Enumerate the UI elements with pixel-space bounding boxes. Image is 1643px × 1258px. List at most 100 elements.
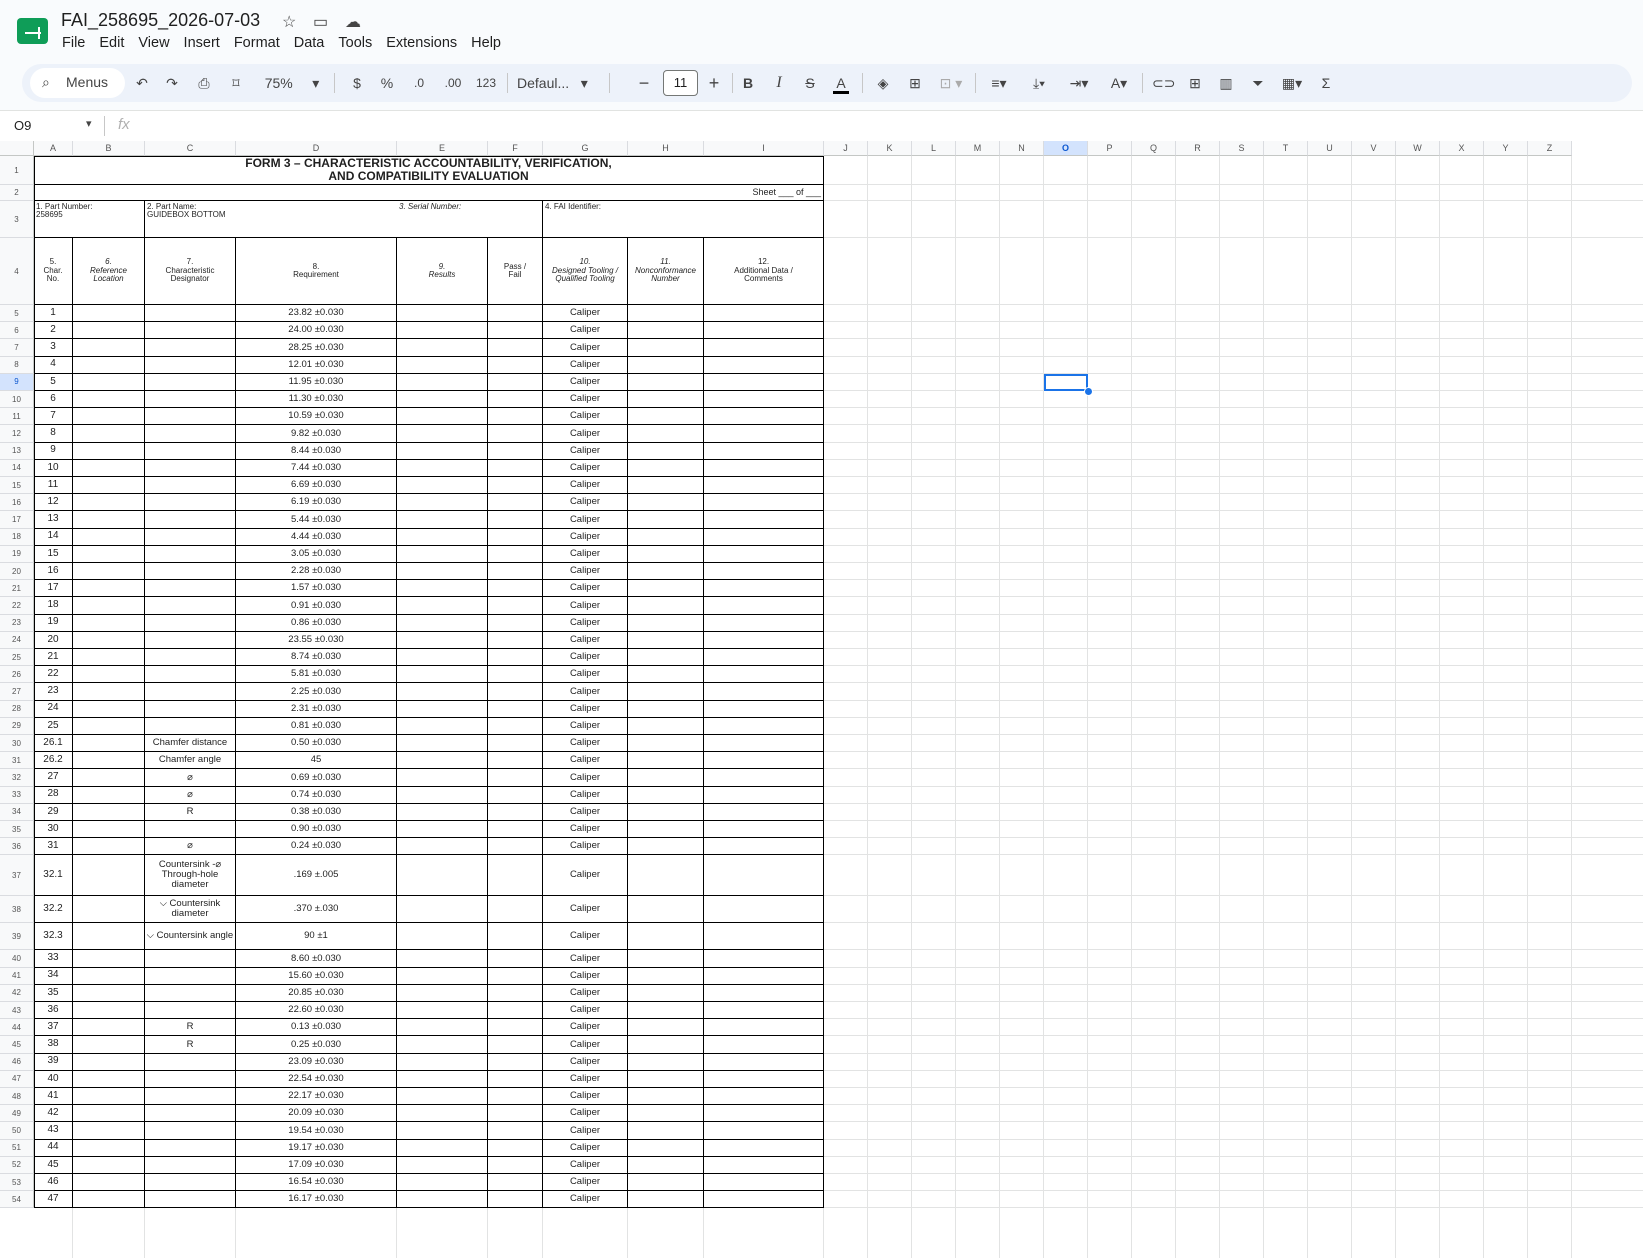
requirement-cell[interactable]: 22.17 ±0.030: [236, 1088, 397, 1106]
reference-location-cell[interactable]: [73, 1139, 145, 1157]
borders-icon[interactable]: ⊞: [904, 64, 926, 102]
results-cell[interactable]: [397, 984, 488, 1002]
reference-location-cell[interactable]: [73, 408, 145, 426]
nonconformance-cell[interactable]: [628, 373, 704, 391]
comments-cell[interactable]: [704, 1191, 824, 1209]
requirement-cell[interactable]: 0.50 ±0.030: [236, 735, 397, 753]
column-header-z[interactable]: Z: [1528, 141, 1572, 156]
column-header-l[interactable]: L: [912, 141, 956, 156]
pass-fail-cell[interactable]: [488, 950, 543, 968]
reference-location-cell[interactable]: [73, 896, 145, 924]
reference-location-cell[interactable]: [73, 769, 145, 787]
pass-fail-cell[interactable]: [488, 649, 543, 667]
tooling-cell[interactable]: Caliper: [543, 563, 628, 581]
designator-cell[interactable]: ⌀: [145, 786, 236, 804]
char-number-cell[interactable]: 41: [34, 1088, 73, 1106]
requirement-cell[interactable]: 10.59 ±0.030: [236, 408, 397, 426]
column-header-f[interactable]: F: [488, 141, 543, 156]
row-header[interactable]: 17: [0, 511, 34, 529]
results-cell[interactable]: [397, 1139, 488, 1157]
comments-cell[interactable]: [704, 614, 824, 632]
row-header[interactable]: 40: [0, 950, 34, 968]
requirement-cell[interactable]: 5.81 ±0.030: [236, 666, 397, 684]
tooling-cell[interactable]: Caliper: [543, 855, 628, 897]
results-cell[interactable]: [397, 1002, 488, 1020]
comments-cell[interactable]: [704, 855, 824, 897]
nonconformance-cell[interactable]: [628, 1002, 704, 1020]
nonconformance-cell[interactable]: [628, 666, 704, 684]
results-cell[interactable]: [397, 356, 488, 374]
designator-cell[interactable]: [145, 442, 236, 460]
results-cell[interactable]: [397, 923, 488, 951]
results-cell[interactable]: [397, 1156, 488, 1174]
requirement-cell[interactable]: 12.01 ±0.030: [236, 356, 397, 374]
designator-cell[interactable]: [145, 459, 236, 477]
strikethrough-icon[interactable]: S: [800, 64, 820, 102]
designator-cell[interactable]: [145, 821, 236, 839]
char-number-cell[interactable]: 36: [34, 1002, 73, 1020]
reference-location-cell[interactable]: [73, 1019, 145, 1037]
tooling-cell[interactable]: Caliper: [543, 545, 628, 563]
pass-fail-cell[interactable]: [488, 1088, 543, 1106]
comments-cell[interactable]: [704, 477, 824, 495]
tooling-cell[interactable]: Caliper: [543, 1088, 628, 1106]
requirement-cell[interactable]: 5.44 ±0.030: [236, 511, 397, 529]
column-header-u[interactable]: U: [1308, 141, 1352, 156]
nonconformance-cell[interactable]: [628, 1156, 704, 1174]
reference-location-cell[interactable]: [73, 580, 145, 598]
pass-fail-cell[interactable]: [488, 631, 543, 649]
designator-cell[interactable]: Chamfer distance: [145, 735, 236, 753]
comments-cell[interactable]: [704, 545, 824, 563]
nonconformance-cell[interactable]: [628, 769, 704, 787]
comments-cell[interactable]: [704, 967, 824, 985]
requirement-cell[interactable]: 7.44 ±0.030: [236, 459, 397, 477]
tooling-cell[interactable]: Caliper: [543, 391, 628, 409]
row-header[interactable]: 51: [0, 1139, 34, 1157]
column-header-c[interactable]: C: [145, 141, 236, 156]
results-cell[interactable]: [397, 752, 488, 770]
comments-cell[interactable]: [704, 631, 824, 649]
requirement-cell[interactable]: 20.85 ±0.030: [236, 984, 397, 1002]
reference-location-cell[interactable]: [73, 717, 145, 735]
tooling-cell[interactable]: Caliper: [543, 786, 628, 804]
char-number-cell[interactable]: 7: [34, 408, 73, 426]
row-header[interactable]: 20: [0, 563, 34, 581]
row-header[interactable]: 14: [0, 459, 34, 477]
reference-location-cell[interactable]: [73, 683, 145, 701]
comments-cell[interactable]: [704, 752, 824, 770]
nonconformance-cell[interactable]: [628, 322, 704, 340]
row-header[interactable]: 35: [0, 821, 34, 839]
pass-fail-cell[interactable]: [488, 1105, 543, 1123]
nonconformance-cell[interactable]: [628, 1036, 704, 1054]
row-header[interactable]: 15: [0, 477, 34, 495]
char-number-cell[interactable]: 47: [34, 1191, 73, 1209]
designator-cell[interactable]: [145, 1088, 236, 1106]
pass-fail-cell[interactable]: [488, 769, 543, 787]
char-number-cell[interactable]: 42: [34, 1105, 73, 1123]
column-header-h[interactable]: H: [628, 141, 704, 156]
comments-cell[interactable]: [704, 700, 824, 718]
char-number-cell[interactable]: 18: [34, 597, 73, 615]
results-cell[interactable]: [397, 950, 488, 968]
pass-fail-cell[interactable]: [488, 717, 543, 735]
comments-cell[interactable]: [704, 950, 824, 968]
char-number-cell[interactable]: 33: [34, 950, 73, 968]
designator-cell[interactable]: [145, 597, 236, 615]
print-icon[interactable]: ⎙: [194, 64, 214, 102]
row-header[interactable]: 53: [0, 1174, 34, 1192]
filter-icon[interactable]: ⏷: [1247, 64, 1269, 102]
pass-fail-cell[interactable]: [488, 563, 543, 581]
comments-cell[interactable]: [704, 735, 824, 753]
column-header-a[interactable]: A: [34, 141, 73, 156]
nonconformance-cell[interactable]: [628, 752, 704, 770]
tooling-cell[interactable]: Caliper: [543, 477, 628, 495]
pass-fail-cell[interactable]: [488, 1122, 543, 1140]
document-title[interactable]: FAI_258695_2026-07-03: [61, 10, 260, 31]
requirement-cell[interactable]: 0.25 ±0.030: [236, 1036, 397, 1054]
pass-fail-cell[interactable]: [488, 477, 543, 495]
comments-cell[interactable]: [704, 563, 824, 581]
cloud-status-icon[interactable]: ☁: [345, 12, 361, 32]
designator-cell[interactable]: [145, 580, 236, 598]
nonconformance-cell[interactable]: [628, 838, 704, 856]
row-header[interactable]: 34: [0, 803, 34, 821]
